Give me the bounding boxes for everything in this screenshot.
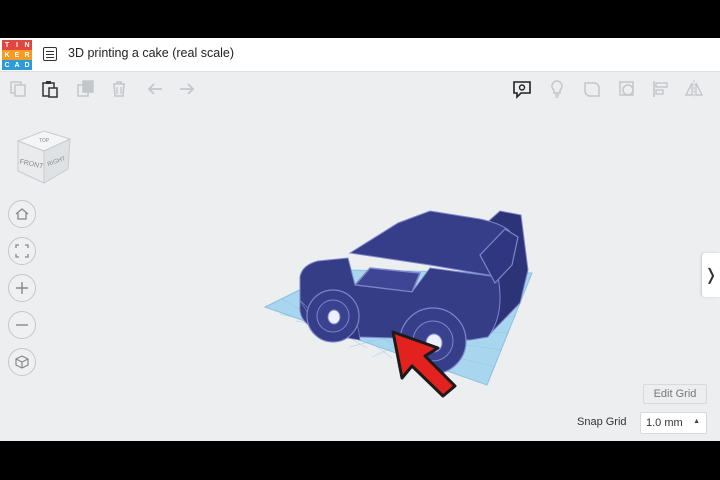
scene-canvas[interactable] xyxy=(0,105,720,441)
tinkercad-editor: TINKERCAD 3D printing a cake (real scale… xyxy=(0,38,720,441)
duplicate-icon[interactable] xyxy=(75,78,97,100)
undo-icon[interactable] xyxy=(144,78,166,100)
shape-hole-icon[interactable] xyxy=(616,78,638,100)
letterbox-top xyxy=(0,0,720,38)
expand-panel-button[interactable]: ❭ xyxy=(702,253,720,297)
document-title[interactable]: 3D printing a cake (real scale) xyxy=(68,46,234,60)
logo-tile: R xyxy=(22,50,32,60)
fit-view-icon[interactable] xyxy=(8,237,36,265)
letterbox-bottom xyxy=(0,441,720,480)
tinkercad-logo[interactable]: TINKERCAD xyxy=(2,40,32,70)
projection-icon[interactable] xyxy=(8,348,36,376)
design-list-icon[interactable] xyxy=(43,47,57,61)
edit-toolbar xyxy=(0,72,720,105)
logo-tile: C xyxy=(2,60,12,70)
view-cube[interactable]: TOP FRONT RIGHT xyxy=(12,123,76,189)
shape-solid-icon[interactable] xyxy=(581,78,603,100)
lightbulb-icon[interactable] xyxy=(546,78,568,100)
edit-grid-button[interactable]: Edit Grid xyxy=(643,384,707,404)
copy-icon[interactable] xyxy=(7,78,29,100)
snap-grid-label: Snap Grid xyxy=(577,416,627,428)
caret-up-icon: ▲ xyxy=(693,418,700,425)
logo-tile: D xyxy=(22,60,32,70)
delete-icon[interactable] xyxy=(108,78,130,100)
3d-viewport[interactable]: TOP FRONT RIGHT ❭ Edit Grid Snap Grid 1.… xyxy=(0,105,720,441)
logo-tile: A xyxy=(12,60,22,70)
comment-icon[interactable] xyxy=(511,78,533,100)
view-cube-top-label: TOP xyxy=(39,138,50,144)
logo-tile: N xyxy=(22,40,32,50)
chevron-right-icon: ❭ xyxy=(704,267,718,284)
align-icon[interactable] xyxy=(650,78,672,100)
paste-icon[interactable] xyxy=(39,78,61,100)
logo-tile: K xyxy=(2,50,12,60)
logo-tile: T xyxy=(2,40,12,50)
logo-tile: I xyxy=(12,40,22,50)
logo-tile: E xyxy=(12,50,22,60)
snap-grid-select[interactable]: 1.0 mm ▲ xyxy=(640,412,707,434)
redo-icon[interactable] xyxy=(176,78,198,100)
zoom-in-icon[interactable] xyxy=(8,274,36,302)
snap-grid-value: 1.0 mm xyxy=(646,417,683,429)
home-view-icon[interactable] xyxy=(8,200,36,228)
mirror-icon[interactable] xyxy=(683,78,705,100)
title-bar: TINKERCAD 3D printing a cake (real scale… xyxy=(0,38,720,72)
zoom-out-icon[interactable] xyxy=(8,311,36,339)
